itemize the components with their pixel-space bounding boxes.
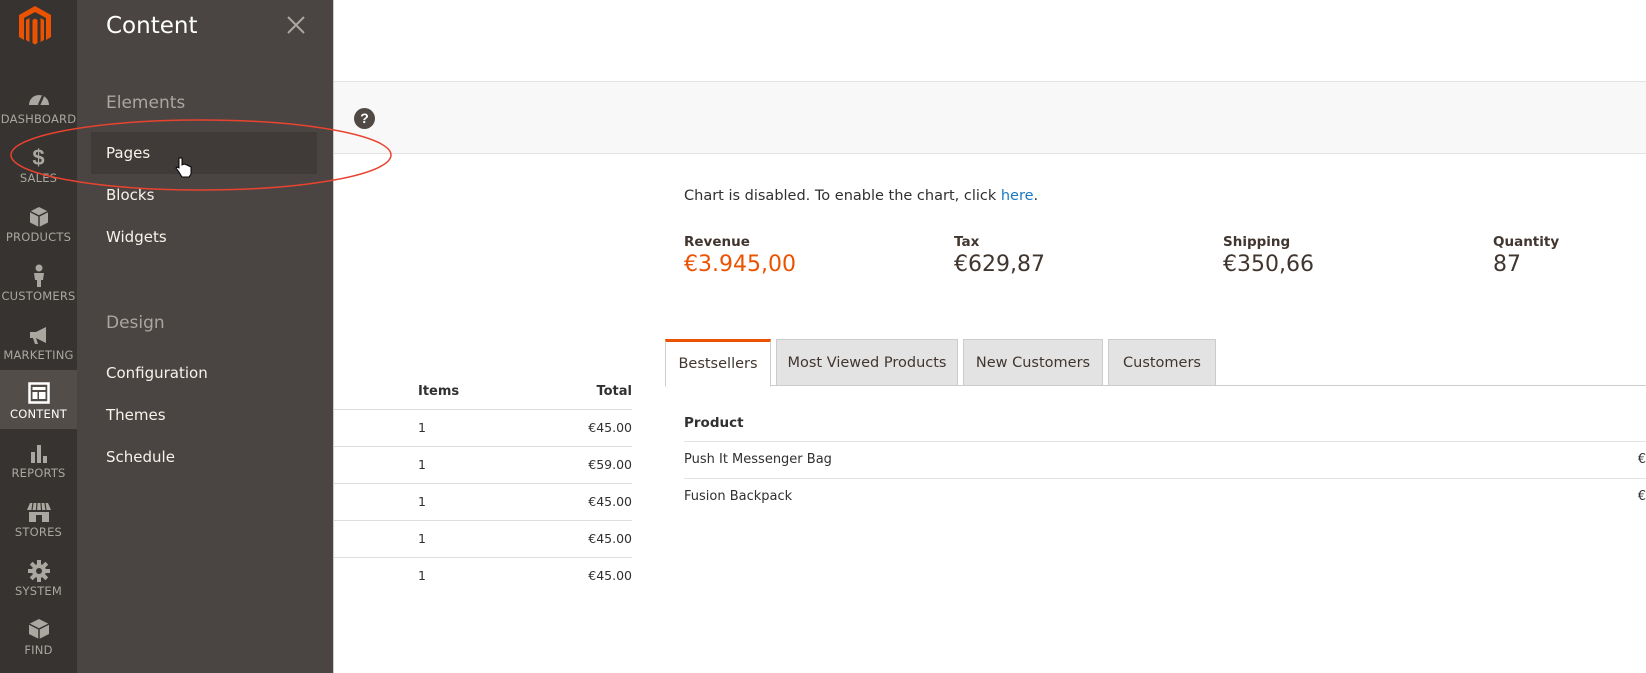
cell-items: 1 [418, 420, 426, 435]
column-header-total: Total [596, 384, 632, 399]
person-icon [33, 264, 44, 287]
store-icon [26, 502, 51, 522]
nav-reports[interactable]: REPORTS [0, 429, 77, 488]
stat-value: €3.945,00 [684, 252, 796, 277]
cell-product: Push It Messenger Bag [684, 452, 832, 467]
stat-title: Quantity [1493, 234, 1560, 250]
nav-customers[interactable]: CUSTOMERS [0, 252, 77, 311]
nav-label: CUSTOMERS [1, 289, 76, 303]
table-row[interactable]: 1 €45.00 [334, 521, 632, 558]
cell-total: €45.00 [588, 568, 632, 583]
stat-value: €629,87 [954, 252, 1045, 277]
nav-sales[interactable]: $ SALES [0, 134, 77, 193]
table-row[interactable]: 1 €45.00 [334, 484, 632, 521]
stat-shipping: Shipping €350,66 [1223, 234, 1314, 277]
nav-dashboard[interactable]: DASHBOARD [0, 75, 77, 134]
nav-label: CONTENT [9, 407, 67, 421]
cell-items: 1 [418, 457, 426, 472]
nav-products[interactable]: PRODUCTS [0, 193, 77, 252]
menu-item-blocks[interactable]: Blocks [106, 186, 154, 204]
cell-items: 1 [418, 494, 426, 509]
close-icon[interactable] [283, 12, 309, 38]
nav-label: MARKETING [3, 348, 74, 362]
dashboard-main: ? Chart is disabled. To enable the chart… [333, 0, 1646, 673]
enable-chart-link[interactable]: here [1001, 188, 1034, 204]
content-flyout-menu: Content Elements Pages Blocks Widgets De… [77, 0, 333, 673]
table-header: Items Total [334, 374, 632, 410]
cell-product: Fusion Backpack [684, 489, 793, 504]
chart-message-text: Chart is disabled. To enable the chart, … [684, 188, 1001, 204]
stat-value: 87 [1493, 252, 1521, 277]
flyout-title: Content [106, 13, 198, 39]
dollar-icon: $ [32, 145, 45, 170]
menu-item-configuration[interactable]: Configuration [106, 364, 208, 382]
page-actions-bar [334, 82, 1646, 154]
tab-new-customers[interactable]: New Customers [963, 339, 1103, 386]
menu-item-pages[interactable]: Pages [106, 144, 150, 162]
bestsellers-table: Product Push It Messenger Bag € Fusion B… [684, 406, 1646, 516]
nav-content[interactable]: CONTENT [0, 370, 77, 429]
admin-sidebar: DASHBOARD $ SALES PRODUCTS CUSTOMERS MAR… [0, 0, 77, 673]
dashboard-icon [28, 95, 49, 106]
nav-label: REPORTS [11, 466, 66, 480]
page-header [334, 0, 1646, 82]
tab-customers[interactable]: Customers [1108, 339, 1216, 386]
gear-icon [27, 560, 50, 582]
nav-label: SALES [19, 171, 58, 185]
tab-most-viewed-products[interactable]: Most Viewed Products [776, 339, 958, 386]
nav-label: DASHBOARD [0, 112, 77, 126]
nav-find-partners[interactable]: FIND [0, 606, 77, 665]
nav-label: FIND [24, 643, 53, 657]
dashboard-tabs: Bestsellers Most Viewed Products New Cus… [665, 339, 1646, 387]
chart-message-end: . [1033, 188, 1039, 204]
cell-items: 1 [418, 531, 426, 546]
bar-chart-icon [30, 445, 47, 463]
table-row[interactable]: 1 €45.00 [334, 558, 632, 595]
cell-price: € [1637, 452, 1646, 467]
cell-price: € [1637, 489, 1646, 504]
table-row[interactable]: 1 €45.00 [334, 410, 632, 447]
tab-bestsellers[interactable]: Bestsellers [665, 339, 771, 387]
section-heading-design: Design [106, 313, 165, 333]
table-row[interactable]: Push It Messenger Bag € [684, 442, 1646, 479]
last-orders-table: Items Total 1 €45.00 1 €59.00 1 €45.00 1… [334, 374, 632, 595]
section-heading-elements: Elements [106, 93, 186, 113]
nav-system[interactable]: SYSTEM [0, 547, 77, 606]
stat-value: €350,66 [1223, 252, 1314, 277]
column-header-items: Items [418, 384, 460, 399]
nav-marketing[interactable]: MARKETING [0, 311, 77, 370]
chart-disabled-message: Chart is disabled. To enable the chart, … [684, 188, 1038, 204]
stat-tax: Tax €629,87 [954, 234, 1045, 277]
cell-total: €45.00 [588, 420, 632, 435]
cell-total: €45.00 [588, 531, 632, 546]
magento-logo[interactable] [17, 4, 53, 48]
blocks-icon [28, 619, 49, 639]
menu-item-widgets[interactable]: Widgets [106, 228, 167, 246]
help-icon[interactable]: ? [354, 108, 375, 129]
box-icon [29, 207, 48, 227]
stat-title: Revenue [684, 234, 750, 250]
megaphone-icon [29, 327, 46, 344]
nav-label: STORES [14, 525, 63, 539]
nav-label: SYSTEM [14, 584, 63, 598]
cell-items: 1 [418, 568, 426, 583]
menu-item-schedule[interactable]: Schedule [106, 448, 175, 466]
layout-icon [27, 382, 50, 404]
cell-total: €45.00 [588, 494, 632, 509]
nav-stores[interactable]: STORES [0, 488, 77, 547]
cell-total: €59.00 [588, 457, 632, 472]
menu-item-themes[interactable]: Themes [106, 406, 166, 424]
table-row[interactable]: 1 €59.00 [334, 447, 632, 484]
stat-revenue: Revenue €3.945,00 [684, 234, 796, 277]
stat-title: Shipping [1223, 234, 1291, 250]
stat-title: Tax [954, 234, 980, 250]
stat-quantity: Quantity 87 [1493, 234, 1559, 277]
table-row[interactable]: Fusion Backpack € [684, 479, 1646, 516]
column-header-product: Product [684, 406, 1646, 442]
nav-label: PRODUCTS [5, 230, 72, 244]
